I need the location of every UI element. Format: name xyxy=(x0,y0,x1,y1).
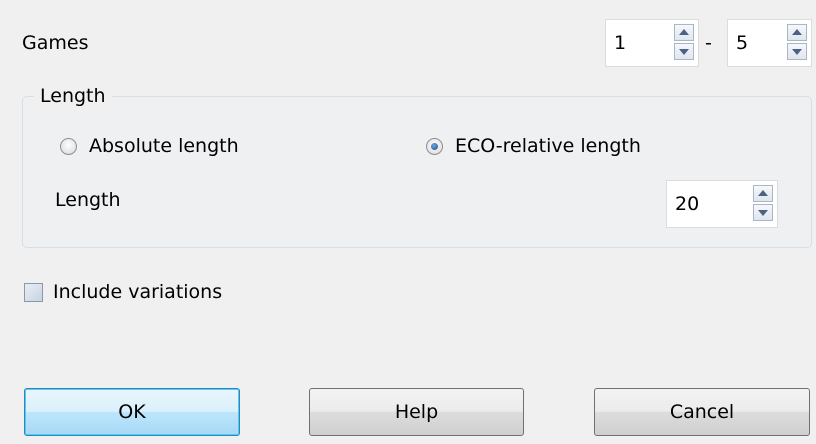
radio-selected-dot xyxy=(431,143,438,150)
absolute-length-radio[interactable] xyxy=(60,138,77,155)
games-from-value[interactable]: 1 xyxy=(614,20,626,66)
length-increment-button[interactable] xyxy=(753,185,773,202)
games-from-decrement-button[interactable] xyxy=(674,43,694,60)
arrow-down-icon xyxy=(792,49,802,55)
games-to-increment-button[interactable] xyxy=(787,24,807,41)
length-group-title: Length xyxy=(34,84,112,108)
arrow-down-icon xyxy=(758,210,768,216)
length-decrement-button[interactable] xyxy=(753,204,773,221)
eco-relative-length-radio[interactable] xyxy=(426,138,443,155)
games-to-value[interactable]: 5 xyxy=(736,20,748,66)
arrow-up-icon xyxy=(679,29,689,35)
arrow-up-icon xyxy=(792,29,802,35)
games-from-increment-button[interactable] xyxy=(674,24,694,41)
help-button[interactable]: Help xyxy=(309,388,524,436)
absolute-length-label[interactable]: Absolute length xyxy=(89,134,239,158)
games-to-spinbox[interactable]: 5 xyxy=(727,19,812,67)
games-to-decrement-button[interactable] xyxy=(787,43,807,60)
ok-button[interactable]: OK xyxy=(24,388,240,436)
include-variations-checkbox[interactable] xyxy=(24,283,43,302)
cancel-button[interactable]: Cancel xyxy=(594,388,810,436)
games-range-separator: - xyxy=(705,32,712,54)
arrow-down-icon xyxy=(679,49,689,55)
include-variations-label[interactable]: Include variations xyxy=(53,280,222,304)
eco-relative-length-label[interactable]: ECO-relative length xyxy=(455,134,641,158)
length-value[interactable]: 20 xyxy=(675,181,699,227)
length-value-label: Length xyxy=(55,189,121,211)
arrow-up-icon xyxy=(758,190,768,196)
games-label: Games xyxy=(22,32,89,54)
games-from-spinbox[interactable]: 1 xyxy=(605,19,699,67)
length-spinbox[interactable]: 20 xyxy=(666,180,778,228)
